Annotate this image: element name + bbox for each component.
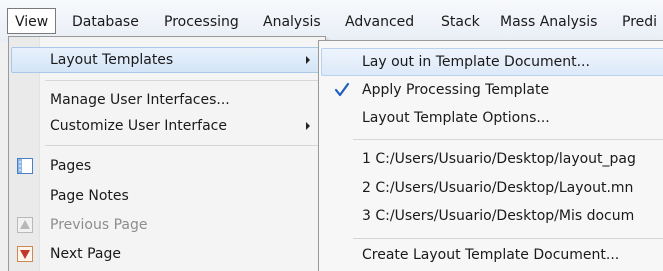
- submenu-item-recent-template-1[interactable]: 1 C:/Users/Usuario/Desktop/layout_pag: [321, 145, 663, 173]
- menu-item-label: Next Page: [50, 246, 121, 262]
- menu-item-layout-templates[interactable]: Layout Templates: [11, 47, 323, 73]
- next-page-icon: [16, 245, 34, 263]
- menu-advanced[interactable]: Advanced: [345, 11, 414, 33]
- menu-item-label: Previous Page: [50, 217, 148, 233]
- menu-mass-analysis[interactable]: Mass Analysis: [500, 11, 597, 33]
- menu-item-label: Page Notes: [50, 188, 129, 204]
- menu-separator: [45, 145, 321, 146]
- pages-icon: [16, 157, 34, 175]
- submenu-separator: [353, 139, 663, 140]
- menu-item-label: Pages: [50, 158, 92, 174]
- submenu-item-label: 3 C:/Users/Usuario/Desktop/Mis docum: [362, 208, 635, 224]
- menu-stack[interactable]: Stack: [441, 11, 480, 33]
- menu-item-previous-page[interactable]: Previous Page: [11, 212, 323, 238]
- menu-item-page-notes[interactable]: Page Notes: [11, 183, 323, 209]
- menu-item-label: Customize User Interface: [50, 118, 227, 134]
- menu-separator: [45, 80, 321, 81]
- submenu-item-label: Layout Template Options...: [362, 110, 550, 126]
- submenu-item-label: Apply Processing Template: [362, 82, 550, 98]
- submenu-arrow-icon: [306, 56, 310, 64]
- menu-prediction[interactable]: Predi: [622, 11, 657, 33]
- submenu-item-apply-processing-template[interactable]: Apply Processing Template: [321, 76, 663, 104]
- submenu-item-label: 2 C:/Users/Usuario/Desktop/Layout.mn: [362, 180, 634, 196]
- layout-templates-submenu: Lay out in Template Document... Apply Pr…: [318, 40, 663, 271]
- view-menu-dropdown: Layout Templates Manage User Interfaces.…: [8, 36, 326, 271]
- menu-item-next-page[interactable]: Next Page: [11, 241, 323, 267]
- submenu-item-recent-template-3[interactable]: 3 C:/Users/Usuario/Desktop/Mis docum: [321, 202, 663, 230]
- submenu-item-create-layout-template-document[interactable]: Create Layout Template Document...: [321, 241, 663, 269]
- application-window: View Database Processing Analysis Advanc…: [0, 0, 663, 271]
- menu-item-customize-user-interface[interactable]: Customize User Interface: [11, 113, 323, 139]
- menu-item-label: Manage User Interfaces...: [50, 92, 230, 108]
- submenu-item-label: 1 C:/Users/Usuario/Desktop/layout_pag: [362, 151, 636, 167]
- submenu-item-layout-template-options[interactable]: Layout Template Options...: [321, 104, 663, 132]
- previous-page-icon: [16, 216, 34, 234]
- submenu-separator: [353, 238, 663, 239]
- submenu-arrow-icon: [306, 122, 310, 130]
- menu-item-pages[interactable]: Pages: [11, 153, 323, 179]
- menu-item-label: Layout Templates: [50, 52, 174, 68]
- submenu-item-lay-out-in-template-document[interactable]: Lay out in Template Document...: [321, 48, 663, 76]
- menu-view[interactable]: View: [7, 8, 57, 34]
- checkmark-icon: [333, 81, 351, 99]
- menu-item-manage-user-interfaces[interactable]: Manage User Interfaces...: [11, 87, 323, 113]
- menu-database[interactable]: Database: [72, 11, 139, 33]
- menu-analysis[interactable]: Analysis: [263, 11, 321, 33]
- submenu-item-label: Lay out in Template Document...: [362, 54, 590, 70]
- menu-processing[interactable]: Processing: [164, 11, 239, 33]
- submenu-item-label: Create Layout Template Document...: [362, 247, 620, 263]
- submenu-item-recent-template-2[interactable]: 2 C:/Users/Usuario/Desktop/Layout.mn: [321, 174, 663, 202]
